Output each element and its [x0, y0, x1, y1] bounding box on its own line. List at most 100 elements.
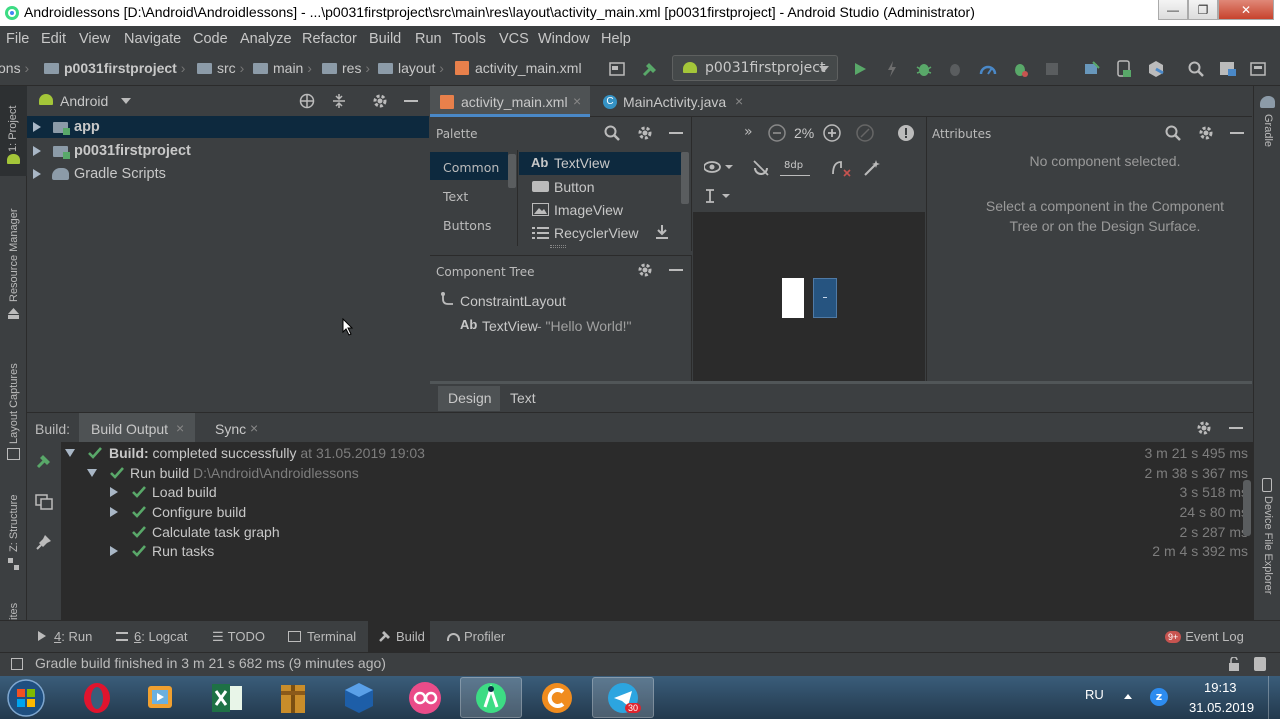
tab-design[interactable]: Design	[438, 386, 500, 411]
taskbar-opera[interactable]	[66, 677, 128, 718]
apply-changes-icon[interactable]	[882, 59, 902, 79]
pin-icon[interactable]	[36, 534, 52, 550]
project-tree-item-project[interactable]: p0031firstproject	[27, 140, 429, 162]
chevron-right-icon[interactable]	[110, 487, 118, 497]
build-row-run-tasks[interactable]: Run tasks 2 m 4 s 392 ms	[62, 541, 1253, 561]
breadcrumb-src[interactable]: src ›	[197, 60, 244, 76]
gradle-tab[interactable]: Gradle	[1262, 114, 1274, 147]
zoom-in-icon[interactable]	[823, 124, 841, 142]
breadcrumb-file[interactable]: activity_main.xml	[455, 60, 582, 76]
close-button[interactable]: ✕	[1218, 0, 1274, 20]
search-icon[interactable]	[1165, 125, 1181, 141]
tool-logcat[interactable]: 6: Logcat	[116, 629, 188, 644]
sync-gradle-icon[interactable]	[1082, 59, 1102, 79]
build-row-run-build[interactable]: Run build D:\Android\Androidlessons 2 m …	[62, 463, 1253, 483]
infer-constraints-icon[interactable]	[863, 159, 881, 177]
attach-debugger-icon[interactable]	[946, 59, 966, 79]
gear-icon[interactable]	[1196, 420, 1212, 436]
search-icon[interactable]	[604, 125, 620, 141]
hide-icon[interactable]	[1230, 132, 1244, 134]
scrollbar[interactable]	[681, 152, 689, 204]
taskbar-virtualbox[interactable]	[328, 677, 390, 718]
tool-run[interactable]: 4: Run	[38, 629, 92, 644]
layout-inspector-icon[interactable]	[1248, 59, 1268, 79]
tray-app-icon[interactable]: z	[1150, 688, 1168, 706]
menu-vcs[interactable]: VCS	[499, 31, 529, 47]
download-icon[interactable]	[656, 225, 668, 239]
zoom-out-icon[interactable]	[768, 124, 786, 142]
status-message[interactable]: Gradle build finished in 3 m 21 s 682 ms…	[35, 655, 386, 671]
project-tree-item-gradle-scripts[interactable]: Gradle Scripts	[27, 163, 429, 185]
tool-todo[interactable]: ☰ TODO	[212, 629, 265, 645]
chevron-down-icon[interactable]	[121, 98, 131, 104]
tree-item-constraintlayout[interactable]: ConstraintLayout	[430, 289, 690, 311]
avd-manager-icon[interactable]	[1114, 59, 1134, 79]
menu-navigate[interactable]: Navigate	[124, 31, 181, 47]
design-preview[interactable]	[782, 278, 804, 318]
build-hammer-icon[interactable]	[35, 452, 53, 470]
taskbar-media-player[interactable]	[130, 677, 192, 718]
keyboard-language[interactable]: RU	[1085, 687, 1104, 702]
toggle-view-icon[interactable]	[35, 494, 53, 510]
select-target-icon[interactable]	[607, 59, 627, 79]
palette-widget-button[interactable]: Button	[519, 175, 681, 198]
menu-edit[interactable]: Edit	[41, 31, 66, 47]
crosshair-icon[interactable]	[299, 93, 315, 109]
show-desktop-button[interactable]	[1268, 676, 1280, 719]
hide-icon[interactable]	[669, 132, 683, 134]
structure-tab[interactable]: Z: Structure	[8, 495, 20, 552]
breadcrumb-project[interactable]: p0031firstproject ›	[44, 60, 185, 76]
project-tree-item-app[interactable]: app	[27, 116, 429, 138]
clear-constraints-icon[interactable]	[831, 159, 851, 177]
chevron-right-icon[interactable]	[33, 169, 41, 179]
view-options-icon[interactable]	[704, 161, 734, 173]
hide-icon[interactable]	[669, 269, 683, 271]
attach-process-icon[interactable]	[1010, 59, 1030, 79]
tab-activity-main-xml[interactable]: activity_main.xml ×	[430, 86, 590, 117]
chevron-down-icon[interactable]	[65, 449, 75, 457]
tool-build[interactable]: Build	[368, 621, 430, 652]
palette-widget-recyclerview[interactable]: RecyclerView	[519, 221, 681, 244]
close-icon[interactable]: ×	[573, 93, 581, 109]
design-surface[interactable]	[693, 213, 925, 381]
project-structure-icon[interactable]	[1218, 59, 1238, 79]
zoom-to-fit-icon[interactable]	[856, 124, 874, 142]
tab-sync[interactable]: Sync ×	[205, 413, 267, 443]
search-everywhere-icon[interactable]	[1186, 59, 1206, 79]
palette-category-text[interactable]: Text	[430, 182, 508, 210]
menu-file[interactable]: File	[6, 31, 29, 47]
make-project-icon[interactable]	[640, 59, 660, 79]
event-indicator-icon[interactable]	[1254, 657, 1266, 671]
chevron-right-icon[interactable]	[33, 146, 41, 156]
tab-build-output[interactable]: Build Output ×	[79, 413, 195, 443]
menu-code[interactable]: Code	[193, 31, 228, 47]
start-button[interactable]	[6, 678, 52, 718]
menu-analyze[interactable]: Analyze	[240, 31, 292, 47]
profile-icon[interactable]	[978, 59, 998, 79]
sdk-manager-icon[interactable]	[1146, 59, 1166, 79]
breadcrumb-root[interactable]: ons ›	[0, 60, 29, 76]
lock-icon[interactable]	[1228, 657, 1242, 671]
project-view-select[interactable]: Android	[60, 93, 108, 109]
status-toggle-icon[interactable]	[11, 658, 23, 670]
build-row-load-build[interactable]: Load build 3 s 518 ms	[62, 482, 1253, 502]
breadcrumb-res[interactable]: res ›	[322, 60, 370, 76]
taskbar-telegram[interactable]: 30	[592, 677, 654, 718]
menu-view[interactable]: View	[79, 31, 110, 47]
menu-refactor[interactable]: Refactor	[302, 31, 357, 47]
debug-icon[interactable]	[914, 59, 934, 79]
clock-time[interactable]: 19:13	[1204, 680, 1237, 695]
default-margins-button[interactable]: 8dp	[780, 160, 810, 176]
tab-text[interactable]: Text	[502, 386, 552, 411]
palette-category-buttons[interactable]: Buttons	[430, 211, 508, 239]
scrollbar[interactable]	[1243, 480, 1251, 536]
tab-main-activity-java[interactable]: C MainActivity.java ×	[592, 86, 752, 117]
resource-manager-tab[interactable]: Resource Manager	[8, 208, 20, 302]
chevron-right-icon[interactable]	[33, 122, 41, 132]
maximize-button[interactable]: ❐	[1188, 0, 1218, 20]
project-tool-tab[interactable]: 1: Project	[0, 86, 27, 176]
palette-widget-imageview[interactable]: ImageView	[519, 198, 681, 221]
splitter-handle[interactable]	[550, 245, 566, 248]
build-row-calculate-task-graph[interactable]: Calculate task graph 2 s 287 ms	[62, 522, 1253, 542]
menu-tools[interactable]: Tools	[452, 31, 486, 47]
